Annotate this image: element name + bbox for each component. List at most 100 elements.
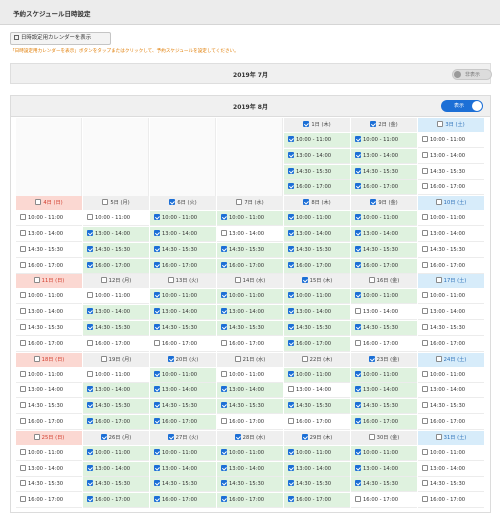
time-slot[interactable]: 16:00 - 17:00	[418, 415, 484, 430]
time-slot[interactable]: 13:00 - 14:00	[217, 305, 283, 321]
slot-checkbox[interactable]	[288, 261, 294, 268]
time-slot[interactable]: 16:00 - 17:00	[83, 336, 149, 352]
slot-checkbox[interactable]	[20, 245, 26, 252]
day-header[interactable]: 9日 (金)	[351, 196, 417, 211]
day-checkbox[interactable]	[234, 433, 241, 440]
day-header[interactable]: 26日 (月)	[83, 430, 149, 445]
slot-checkbox[interactable]	[154, 448, 160, 455]
slot-checkbox[interactable]	[288, 448, 294, 455]
time-slot[interactable]: 14:30 - 15:30	[418, 477, 484, 493]
day-checkbox[interactable]	[33, 277, 40, 284]
slot-checkbox[interactable]	[355, 214, 361, 221]
day-checkbox[interactable]	[167, 277, 174, 284]
day-checkbox[interactable]	[234, 277, 241, 284]
slot-checkbox[interactable]	[288, 386, 294, 393]
time-slot[interactable]: 10:00 - 11:00	[217, 211, 283, 227]
day-header[interactable]: 18日 (日)	[16, 352, 82, 367]
time-slot[interactable]: 16:00 - 17:00	[418, 336, 484, 352]
day-header[interactable]: 6日 (火)	[150, 196, 216, 211]
slot-checkbox[interactable]	[20, 339, 26, 346]
time-slot[interactable]: 16:00 - 17:00	[217, 258, 283, 274]
time-slot[interactable]: 16:00 - 17:00	[150, 415, 216, 430]
slot-checkbox[interactable]	[422, 183, 428, 190]
slot-checkbox[interactable]	[154, 339, 160, 346]
slot-checkbox[interactable]	[154, 308, 160, 315]
time-slot[interactable]: 14:30 - 15:30	[150, 399, 216, 415]
time-slot[interactable]: 16:00 - 17:00	[351, 336, 417, 352]
slot-checkbox[interactable]	[221, 261, 227, 268]
slot-checkbox[interactable]	[221, 324, 227, 330]
slot-checkbox[interactable]	[87, 496, 93, 503]
time-slot[interactable]: 16:00 - 17:00	[83, 415, 149, 430]
time-slot[interactable]: 10:00 - 11:00	[284, 211, 350, 227]
time-slot[interactable]: 13:00 - 14:00	[16, 383, 82, 399]
slot-checkbox[interactable]	[422, 167, 428, 174]
day-checkbox[interactable]	[301, 433, 308, 440]
day-header[interactable]: 16日 (金)	[351, 274, 417, 289]
time-slot[interactable]: 16:00 - 17:00	[16, 258, 82, 274]
slot-checkbox[interactable]	[20, 386, 26, 393]
slot-checkbox[interactable]	[87, 245, 93, 252]
day-header[interactable]: 12日 (月)	[83, 274, 149, 289]
day-header[interactable]: 3日 (土)	[418, 118, 484, 132]
slot-checkbox[interactable]	[87, 261, 93, 268]
day-header[interactable]: 17日 (土)	[418, 274, 484, 289]
time-slot[interactable]: 14:30 - 15:30	[217, 399, 283, 415]
time-slot[interactable]: 16:00 - 17:00	[150, 336, 216, 352]
slot-checkbox[interactable]	[288, 292, 294, 299]
time-slot[interactable]: 14:30 - 15:30	[418, 242, 484, 258]
slot-checkbox[interactable]	[154, 324, 160, 330]
slot-checkbox[interactable]	[154, 245, 160, 252]
day-checkbox[interactable]	[370, 121, 377, 127]
time-slot[interactable]: 16:00 - 17:00	[217, 415, 283, 430]
day-checkbox[interactable]	[368, 277, 375, 284]
time-slot[interactable]: 10:00 - 11:00	[284, 133, 350, 148]
time-slot[interactable]: 10:00 - 11:00	[16, 367, 82, 383]
day-header[interactable]: 19日 (月)	[83, 352, 149, 367]
time-slot[interactable]: 16:00 - 17:00	[217, 336, 283, 352]
slot-checkbox[interactable]	[288, 308, 294, 315]
time-slot[interactable]: 14:30 - 15:30	[418, 399, 484, 415]
time-slot[interactable]: 10:00 - 11:00	[83, 289, 149, 305]
slot-checkbox[interactable]	[154, 230, 160, 236]
slot-checkbox[interactable]	[422, 136, 428, 142]
time-slot[interactable]: 14:30 - 15:30	[83, 477, 149, 493]
slot-checkbox[interactable]	[355, 167, 361, 174]
slot-checkbox[interactable]	[20, 370, 26, 377]
time-slot[interactable]: 14:30 - 15:30	[16, 399, 82, 415]
slot-checkbox[interactable]	[355, 370, 361, 377]
slot-checkbox[interactable]	[221, 496, 227, 503]
time-slot[interactable]: 14:30 - 15:30	[351, 321, 417, 336]
slot-checkbox[interactable]	[288, 214, 294, 221]
slot-checkbox[interactable]	[422, 464, 428, 471]
slot-checkbox[interactable]	[221, 214, 227, 221]
slot-checkbox[interactable]	[221, 292, 227, 299]
slot-checkbox[interactable]	[355, 308, 361, 315]
day-header[interactable]: 28日 (水)	[217, 430, 283, 445]
slot-checkbox[interactable]	[288, 402, 294, 409]
slot-checkbox[interactable]	[87, 339, 93, 346]
time-slot[interactable]: 16:00 - 17:00	[217, 493, 283, 509]
time-slot[interactable]: 10:00 - 11:00	[150, 289, 216, 305]
time-slot[interactable]: 10:00 - 11:00	[418, 289, 484, 305]
time-slot[interactable]: 10:00 - 11:00	[16, 211, 82, 227]
slot-checkbox[interactable]	[422, 230, 428, 236]
time-slot[interactable]: 14:30 - 15:30	[150, 321, 216, 336]
day-checkbox[interactable]	[437, 121, 444, 127]
slot-checkbox[interactable]	[422, 308, 428, 315]
slot-checkbox[interactable]	[154, 292, 160, 299]
slot-checkbox[interactable]	[20, 324, 26, 330]
day-checkbox[interactable]	[100, 355, 107, 362]
time-slot[interactable]: 13:00 - 14:00	[16, 305, 82, 321]
time-slot[interactable]: 10:00 - 11:00	[150, 211, 216, 227]
day-header[interactable]: 29日 (木)	[284, 430, 350, 445]
time-slot[interactable]: 13:00 - 14:00	[351, 461, 417, 477]
time-slot[interactable]: 16:00 - 17:00	[418, 180, 484, 196]
time-slot[interactable]: 16:00 - 17:00	[351, 415, 417, 430]
time-slot[interactable]: 16:00 - 17:00	[284, 258, 350, 274]
time-slot[interactable]: 16:00 - 17:00	[150, 258, 216, 274]
time-slot[interactable]: 13:00 - 14:00	[150, 227, 216, 242]
day-checkbox[interactable]	[368, 355, 375, 362]
slot-checkbox[interactable]	[154, 402, 160, 409]
slot-checkbox[interactable]	[154, 386, 160, 393]
